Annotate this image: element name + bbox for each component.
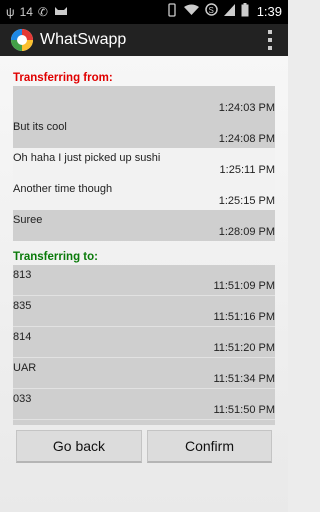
- message-time: 11:51:09 PM: [213, 280, 275, 292]
- message-text: 813: [13, 269, 32, 281]
- list-item[interactable]: 814 11:51:20 PM: [13, 327, 275, 358]
- message-text: Suree: [13, 214, 43, 226]
- list-item[interactable]: 033 11:51:50 PM: [13, 389, 275, 420]
- message-text: 814: [13, 331, 32, 343]
- message-time: 11:51:20 PM: [213, 342, 275, 354]
- confirm-button[interactable]: Confirm: [147, 430, 272, 463]
- message-time: 11:51:50 PM: [213, 404, 275, 416]
- message-time: 1:25:15 PM: [218, 195, 275, 207]
- list-item[interactable]: Suree 1:28:09 PM: [13, 210, 275, 241]
- list-item[interactable]: Oh haha I just picked up sushi 1:25:11 P…: [13, 148, 275, 179]
- message-time: 1:25:11 PM: [219, 164, 275, 176]
- status-bar: ψ 14 ✆ S 1:39: [0, 0, 288, 24]
- message-time: 11:51:34 PM: [213, 373, 275, 385]
- whatsapp-icon: ✆: [37, 5, 48, 19]
- signal-icon: [223, 3, 235, 21]
- notification-badge: 14: [19, 5, 33, 19]
- message-time: 1:28:09 PM: [218, 226, 275, 238]
- app-title: WhatSwapp: [40, 31, 127, 48]
- message-text: Another time though: [13, 183, 113, 195]
- transferring-from-title: Transferring from:: [13, 72, 113, 84]
- message-time: 1:24:08 PM: [218, 133, 275, 145]
- svg-text:S: S: [208, 6, 213, 15]
- list-item[interactable]: Another time though 1:25:15 PM: [13, 179, 275, 210]
- list-item[interactable]: 813 11:51:09 PM: [13, 265, 275, 296]
- list-item[interactable]: 835 11:51:16 PM: [13, 296, 275, 327]
- status-bar-time: 1:39: [256, 4, 282, 19]
- battery-icon: [241, 2, 249, 22]
- usb-icon: ψ: [6, 5, 15, 19]
- message-text: 835: [13, 300, 32, 312]
- message-time: 11:51:16 PM: [213, 311, 275, 323]
- sync-icon: S: [204, 3, 218, 21]
- transferring-to-title: Transferring to:: [13, 251, 98, 263]
- status-bar-system: S 1:39: [166, 2, 282, 22]
- list-item[interactable]: But its cool 1:24:08 PM: [13, 117, 275, 148]
- transferring-to-list[interactable]: 813 11:51:09 PM 835 11:51:16 PM 814 11:5…: [13, 265, 275, 425]
- transferring-from-list[interactable]: 1:24:03 PM But its cool 1:24:08 PM Oh ha…: [13, 86, 275, 247]
- main-content: Transferring from: 1:24:03 PM But its co…: [0, 56, 288, 512]
- message-time: 1:24:03 PM: [218, 102, 275, 114]
- message-text: But its cool: [13, 121, 67, 133]
- message-text: UAR: [13, 362, 37, 374]
- vibrate-icon: [166, 2, 178, 22]
- message-text: 033: [13, 393, 32, 405]
- action-bar: WhatSwapp: [0, 24, 288, 56]
- list-item[interactable]: 1:24:03 PM: [13, 86, 275, 117]
- list-item[interactable]: UAR 11:51:34 PM: [13, 358, 275, 389]
- overflow-menu-icon[interactable]: [266, 30, 274, 50]
- status-bar-notifications: ψ 14 ✆: [6, 3, 69, 21]
- message-text: Oh haha I just picked up sushi: [13, 152, 161, 164]
- app-logo-icon[interactable]: [10, 28, 34, 52]
- go-back-button[interactable]: Go back: [16, 430, 142, 463]
- wifi-icon: [183, 3, 199, 21]
- cat-icon: [53, 3, 69, 21]
